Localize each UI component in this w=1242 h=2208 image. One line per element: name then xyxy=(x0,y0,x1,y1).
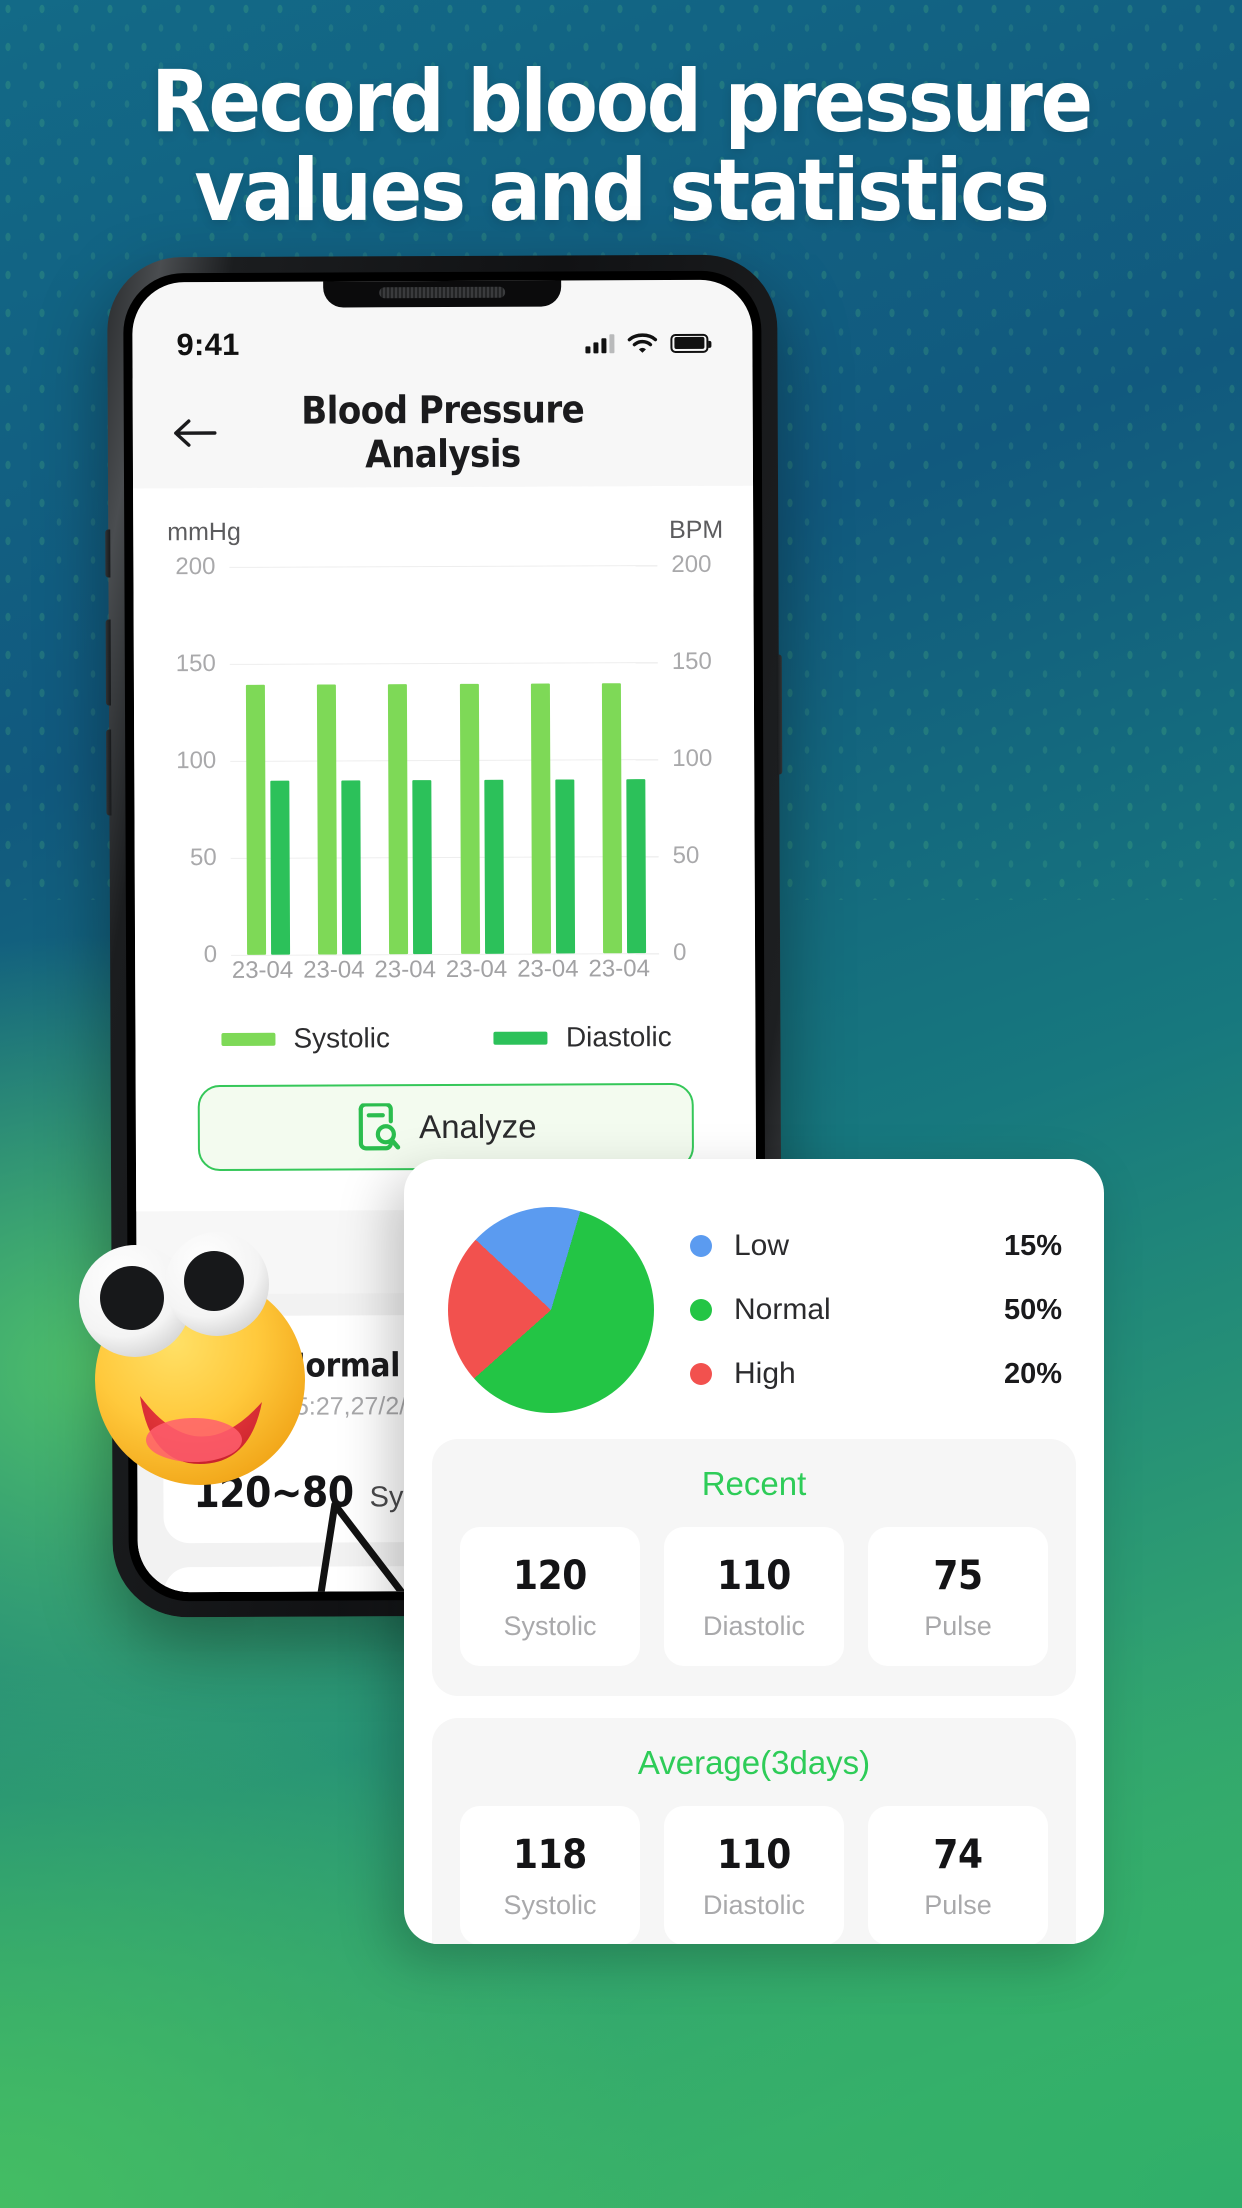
bp-distribution-pie-chart xyxy=(448,1207,654,1413)
y-axis-unit-left: mmHg xyxy=(167,517,241,547)
legend-label-low: Low xyxy=(734,1229,790,1262)
pie-legend-item-normal: Normal 50% xyxy=(690,1293,1062,1327)
status-bar-icons xyxy=(585,332,709,355)
average-stats-title: Average(3days) xyxy=(637,1744,871,1781)
earpiece-speaker-icon xyxy=(379,286,506,299)
y-tick-left-200: 200 xyxy=(175,552,216,580)
y-tick-left-50: 50 xyxy=(189,843,217,871)
stat-cell-diastolic: 110 Diastolic xyxy=(664,1527,844,1666)
axis-unit-row: mmHg BPM xyxy=(155,516,731,552)
stat-value: 118 xyxy=(513,1832,587,1878)
x-axis-tick-label: 23-04 xyxy=(374,956,436,984)
stat-cell-pulse: 75 Pulse xyxy=(868,1527,1048,1666)
stat-value: 75 xyxy=(933,1553,983,1599)
statistics-panel: Low 15% Normal 50% High 20% Recent 120 S… xyxy=(404,1159,1104,1944)
legend-dot-normal xyxy=(690,1299,712,1321)
stat-label: Diastolic xyxy=(702,1611,806,1641)
phone-volume-up-button xyxy=(105,619,111,706)
wifi-icon xyxy=(627,333,658,353)
stat-label: Systolic xyxy=(503,1890,597,1920)
y-tick-right-50: 50 xyxy=(672,841,700,869)
y-tick-right-150: 150 xyxy=(671,647,712,675)
y-axis-unit-right: BPM xyxy=(668,515,724,545)
battery-full-icon xyxy=(670,333,709,353)
stat-value: 110 xyxy=(717,1553,791,1599)
y-tick-right-200: 200 xyxy=(671,550,712,578)
page-title: Blood Pressure Analysis xyxy=(301,387,585,477)
legend-percent-normal: 50% xyxy=(1003,1293,1062,1326)
legend-percent-high: 20% xyxy=(1003,1357,1062,1390)
pie-legend: Low 15% Normal 50% High 20% xyxy=(690,1229,1104,1391)
stat-label: Pulse xyxy=(924,1890,992,1920)
stat-cell-systolic: 120 Systolic xyxy=(460,1527,640,1666)
smiling-face-with-big-eyes-emoji xyxy=(79,1232,305,1485)
back-arrow-icon[interactable] xyxy=(169,411,221,455)
stat-cell-pulse: 74 Pulse xyxy=(868,1806,1048,1944)
legend-label-normal: Normal xyxy=(734,1293,831,1326)
y-tick-left-150: 150 xyxy=(175,649,216,677)
legend-dot-low xyxy=(690,1235,712,1257)
x-axis-labels: 23-04 23-04 23-04 23-04 23-04 23-04 xyxy=(157,955,733,1002)
recent-stats-block: Recent 120 Systolic 110 Diastolic 75 Pul… xyxy=(432,1439,1076,1696)
status-bar-clock: 9:41 xyxy=(176,326,240,363)
average-stats-cells: 118 Systolic 110 Diastolic 74 Pulse xyxy=(432,1806,1076,1944)
stat-cell-diastolic: 110 Diastolic xyxy=(664,1806,844,1944)
stat-value: 74 xyxy=(933,1832,983,1878)
y-tick-right-100: 100 xyxy=(672,744,713,772)
stat-value: 110 xyxy=(717,1832,791,1878)
signal-bars-icon xyxy=(585,333,615,353)
x-axis-tick-label: 23-04 xyxy=(303,956,365,984)
stat-label: Systolic xyxy=(503,1611,597,1641)
x-axis-tick-label: 23-04 xyxy=(517,955,579,983)
x-axis-tick-label: 23-04 xyxy=(588,955,650,983)
x-axis-tick-label: 23-04 xyxy=(231,956,294,984)
legend-label-high: High xyxy=(734,1357,796,1390)
legend-dot-high xyxy=(690,1363,712,1385)
recent-stats-title: Recent xyxy=(701,1465,807,1502)
pie-chart-row: Low 15% Normal 50% High 20% xyxy=(404,1189,1104,1439)
stat-value: 120 xyxy=(513,1553,587,1599)
recent-stats-cells: 120 Systolic 110 Diastolic 75 Pulse xyxy=(432,1527,1076,1666)
phone-power-button xyxy=(776,654,783,775)
stat-label: Diastolic xyxy=(702,1890,806,1920)
legend-percent-low: 15% xyxy=(1003,1229,1062,1262)
app-header: Blood Pressure Analysis xyxy=(132,375,754,489)
chart-card: mmHg BPM 200 200 150 150 100 100 50 50 0… xyxy=(133,485,757,1212)
average-stats-block: Average(3days) 118 Systolic 110 Diastoli… xyxy=(432,1718,1076,1944)
phone-volume-down-button xyxy=(106,729,112,816)
pie-legend-item-high: High 20% xyxy=(690,1357,1062,1391)
stat-label: Pulse xyxy=(924,1611,992,1641)
stat-cell-systolic: 118 Systolic xyxy=(460,1806,640,1944)
x-axis-tick-label: 23-04 xyxy=(445,955,508,983)
bp-bar-chart: 200 200 150 150 100 100 50 50 0 0 xyxy=(155,550,733,956)
page-headline: Record blood pressure values and statist… xyxy=(151,52,1093,241)
y-tick-left-100: 100 xyxy=(176,746,217,774)
phone-mute-switch xyxy=(105,529,111,578)
pie-legend-item-low: Low 15% xyxy=(690,1229,1062,1263)
